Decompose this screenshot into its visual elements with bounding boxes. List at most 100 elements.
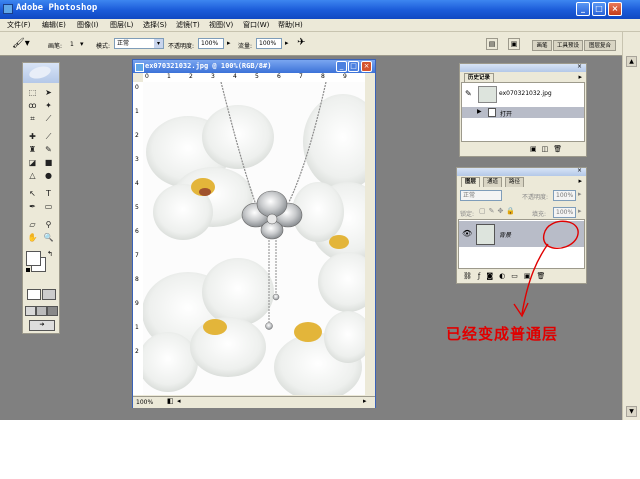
menu-file[interactable]: 文件(F) xyxy=(7,20,31,30)
tab-channels[interactable]: 通道 xyxy=(483,177,503,187)
menu-image[interactable]: 图像(I) xyxy=(77,20,99,30)
brush-tool-preset-icon[interactable]: 🖌▾ xyxy=(12,37,34,51)
lock-image-icon[interactable]: ✎ xyxy=(489,207,498,215)
screen-mode-full-icon[interactable] xyxy=(47,306,58,316)
annotation-arrow-head xyxy=(513,302,529,318)
minimize-button[interactable]: _ xyxy=(576,2,590,16)
maximize-button[interactable]: □ xyxy=(592,2,606,16)
brush-size[interactable]: 1 xyxy=(70,41,74,48)
brush-tool-icon[interactable]: ⟋ xyxy=(42,131,55,142)
panel-menu-icon[interactable]: ▸ xyxy=(578,73,582,81)
snapshot-thumbnail[interactable] xyxy=(478,86,497,103)
type-tool-icon[interactable]: T xyxy=(42,188,55,199)
panel-menu-icon[interactable]: ▸ xyxy=(578,177,582,185)
create-snapshot-icon[interactable]: ◫ xyxy=(542,145,554,153)
menu-select[interactable]: 选择(S) xyxy=(143,20,167,30)
history-panel-buttons[interactable]: ▣◫🗑 xyxy=(530,145,567,153)
lasso-tool-icon[interactable]: ꝏ xyxy=(26,100,39,111)
swap-colors-icon[interactable]: ↰ xyxy=(47,250,53,258)
dock-tab-brushes[interactable]: 画笔 xyxy=(532,40,552,51)
menu-window[interactable]: 窗口(W) xyxy=(243,20,269,30)
menu-view[interactable]: 视图(V) xyxy=(209,20,233,30)
dock-tab-tool-presets[interactable]: 工具预设 xyxy=(553,40,583,51)
zoom-tool-icon[interactable]: 🔍 xyxy=(42,232,55,243)
link-layers-icon[interactable]: ⛓ xyxy=(463,272,478,280)
panel-close-icon[interactable]: × xyxy=(577,167,582,174)
lock-all-icon[interactable]: 🔒 xyxy=(506,207,518,215)
opacity-slider-arrow-icon[interactable]: ▸ xyxy=(227,39,231,47)
clone-stamp-tool-icon[interactable]: ♜ xyxy=(26,144,39,155)
move-tool-icon[interactable]: ➤ xyxy=(42,87,55,98)
jump-to-imageready-icon[interactable]: ➔ xyxy=(29,320,55,331)
status-menu-icon[interactable]: ◧ xyxy=(167,397,174,405)
dock-tab-layer-comps[interactable]: 图层复合 xyxy=(584,40,616,51)
menu-edit[interactable]: 编辑(E) xyxy=(42,20,66,30)
layer-opacity-arrow-icon[interactable]: ▸ xyxy=(578,190,582,198)
gradient-tool-icon[interactable]: ■ xyxy=(42,157,55,168)
hand-tool-icon[interactable]: ✋ xyxy=(26,232,39,243)
default-colors-icon[interactable] xyxy=(26,268,30,272)
airbrush-icon[interactable]: ✈ xyxy=(297,37,305,48)
notes-tool-icon[interactable]: ▱ xyxy=(26,219,39,230)
close-button[interactable]: × xyxy=(608,2,622,16)
layer-visibility-eye-icon[interactable]: 👁 xyxy=(462,229,472,238)
screen-mode-standard-icon[interactable] xyxy=(25,306,36,316)
path-selection-tool-icon[interactable]: ↖ xyxy=(26,188,39,199)
fill-arrow-icon[interactable]: ▸ xyxy=(578,207,582,215)
healing-brush-tool-icon[interactable]: ✚ xyxy=(26,131,39,142)
history-step-row[interactable]: ▶ 打开 xyxy=(462,107,584,118)
vertical-scrollbar[interactable]: ▲ ▼ xyxy=(622,32,640,420)
history-brush-tool-icon[interactable]: ✎ xyxy=(42,144,55,155)
dodge-tool-icon[interactable]: ● xyxy=(42,170,55,181)
trash-icon[interactable]: 🗑 xyxy=(553,145,567,153)
brush-label: 画笔: xyxy=(48,43,63,50)
flow-field[interactable]: 100% xyxy=(256,38,282,49)
fill-field[interactable]: 100% xyxy=(553,207,576,218)
annotation-circle xyxy=(542,220,579,250)
layer-opacity-field[interactable]: 100% xyxy=(553,190,576,201)
mode-select[interactable]: 正常 ▾ xyxy=(114,38,164,49)
screen-mode-full-menu-icon[interactable] xyxy=(36,306,47,316)
menu-filter[interactable]: 滤镜(T) xyxy=(176,20,200,30)
zoom-level[interactable]: 100% xyxy=(136,399,153,406)
annotation-arrow-line xyxy=(521,243,549,315)
opacity-field[interactable]: 100% xyxy=(198,38,224,49)
lock-buttons[interactable]: ▢✎✥🔒 xyxy=(479,207,518,215)
file-browser-icon[interactable]: ▤ xyxy=(486,38,498,50)
brush-picker-arrow-icon[interactable]: ▾ xyxy=(80,40,84,48)
shape-tool-icon[interactable]: ▭ xyxy=(42,201,55,212)
panel-close-icon[interactable]: × xyxy=(577,63,582,70)
foreground-color-swatch[interactable] xyxy=(26,251,41,266)
standard-mode-icon[interactable] xyxy=(27,289,41,300)
doc-minimize-button[interactable]: _ xyxy=(336,61,347,72)
new-document-from-state-icon[interactable]: ▣ xyxy=(530,145,542,153)
snapshot-name[interactable]: ex070321032.jpg xyxy=(499,90,552,97)
tab-paths[interactable]: 路径 xyxy=(505,177,525,187)
doc-maximize-button[interactable]: □ xyxy=(348,61,359,72)
blend-mode-select[interactable]: 正常 xyxy=(460,190,502,201)
magic-wand-tool-icon[interactable]: ✦ xyxy=(42,100,55,111)
eyedropper-tool-icon[interactable]: ⚲ xyxy=(42,219,55,230)
history-list: ✎ ex070321032.jpg ▶ 打开 xyxy=(461,82,585,142)
tab-layers[interactable]: 图层 xyxy=(461,177,481,187)
scroll-right-icon[interactable]: ▸ xyxy=(363,397,367,405)
layer-mask-icon[interactable]: ◙ xyxy=(486,272,499,280)
quick-mask-mode-icon[interactable] xyxy=(42,289,56,300)
history-brush-source-icon[interactable]: ✎ xyxy=(465,89,472,98)
scroll-left-icon[interactable]: ◂ xyxy=(177,397,181,405)
scroll-down-icon[interactable]: ▼ xyxy=(626,406,637,417)
flow-slider-arrow-icon[interactable]: ▸ xyxy=(285,39,289,47)
lock-transparent-icon[interactable]: ▢ xyxy=(479,207,489,215)
palette-well-icon[interactable]: ▣ xyxy=(508,38,520,50)
marquee-tool-icon[interactable]: ⬚ xyxy=(26,87,39,98)
slice-tool-icon[interactable]: ⟋ xyxy=(42,113,55,124)
doc-close-button[interactable]: × xyxy=(361,61,372,72)
pen-tool-icon[interactable]: ✒ xyxy=(26,201,39,212)
scroll-up-icon[interactable]: ▲ xyxy=(626,56,637,67)
menu-help[interactable]: 帮助(H) xyxy=(278,20,303,30)
image-canvas[interactable] xyxy=(143,82,365,395)
eraser-tool-icon[interactable]: ◪ xyxy=(26,157,39,168)
blur-tool-icon[interactable]: △ xyxy=(26,170,39,181)
menu-layer[interactable]: 图层(L) xyxy=(110,20,133,30)
crop-tool-icon[interactable]: ⌗ xyxy=(26,113,39,124)
